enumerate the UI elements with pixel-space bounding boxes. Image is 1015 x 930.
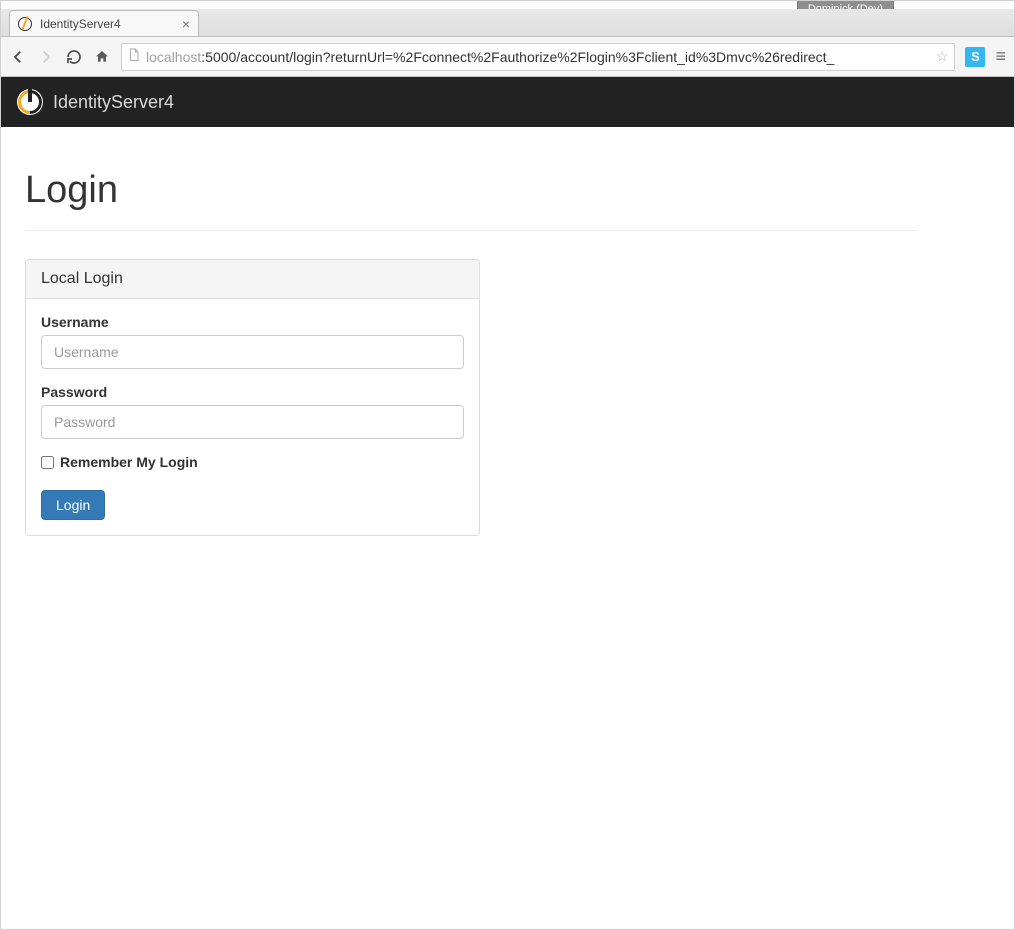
browser-menu-button[interactable]: ≡ <box>995 46 1006 67</box>
remember-group: Remember My Login <box>41 454 464 470</box>
brand-logo-icon <box>17 89 43 115</box>
page-title: Login <box>25 169 917 212</box>
forward-button[interactable] <box>37 48 55 66</box>
page-header: Login <box>25 169 917 231</box>
brand-name[interactable]: IdentityServer4 <box>53 92 174 113</box>
remember-label[interactable]: Remember My Login <box>60 454 198 470</box>
browser-tab[interactable]: IdentityServer4 × <box>9 10 199 36</box>
back-button[interactable] <box>9 48 27 66</box>
username-label: Username <box>41 314 464 330</box>
url-text: localhost:5000/account/login?returnUrl=%… <box>146 49 834 65</box>
app-navbar: IdentityServer4 <box>1 77 1014 127</box>
url-bar[interactable]: localhost:5000/account/login?returnUrl=%… <box>121 43 955 71</box>
url-host: localhost <box>146 49 201 65</box>
tab-title: IdentityServer4 <box>40 17 121 31</box>
login-button[interactable]: Login <box>41 490 105 520</box>
extension-icon[interactable]: S <box>965 47 985 67</box>
username-input[interactable] <box>41 335 464 369</box>
page-container: Login Local Login Username Password Reme… <box>1 169 941 536</box>
password-label: Password <box>41 384 464 400</box>
tab-favicon <box>18 17 32 31</box>
home-button[interactable] <box>93 48 111 66</box>
page-viewport: IdentityServer4 Login Local Login Userna… <box>1 77 1014 929</box>
password-group: Password <box>41 384 464 439</box>
browser-toolbar: localhost:5000/account/login?returnUrl=%… <box>1 37 1014 77</box>
username-group: Username <box>41 314 464 369</box>
reload-button[interactable] <box>65 48 83 66</box>
login-panel: Local Login Username Password Remember M… <box>25 259 480 536</box>
password-input[interactable] <box>41 405 464 439</box>
tab-close-button[interactable]: × <box>182 17 190 31</box>
browser-tabstrip: IdentityServer4 × <box>1 9 1014 37</box>
remember-checkbox[interactable] <box>41 456 54 469</box>
page-icon <box>128 48 140 65</box>
panel-heading: Local Login <box>26 260 479 299</box>
bookmark-star-icon[interactable]: ☆ <box>936 48 949 65</box>
panel-body: Username Password Remember My Login Logi… <box>26 299 479 535</box>
url-path: :5000/account/login?returnUrl=%2Fconnect… <box>201 49 834 65</box>
